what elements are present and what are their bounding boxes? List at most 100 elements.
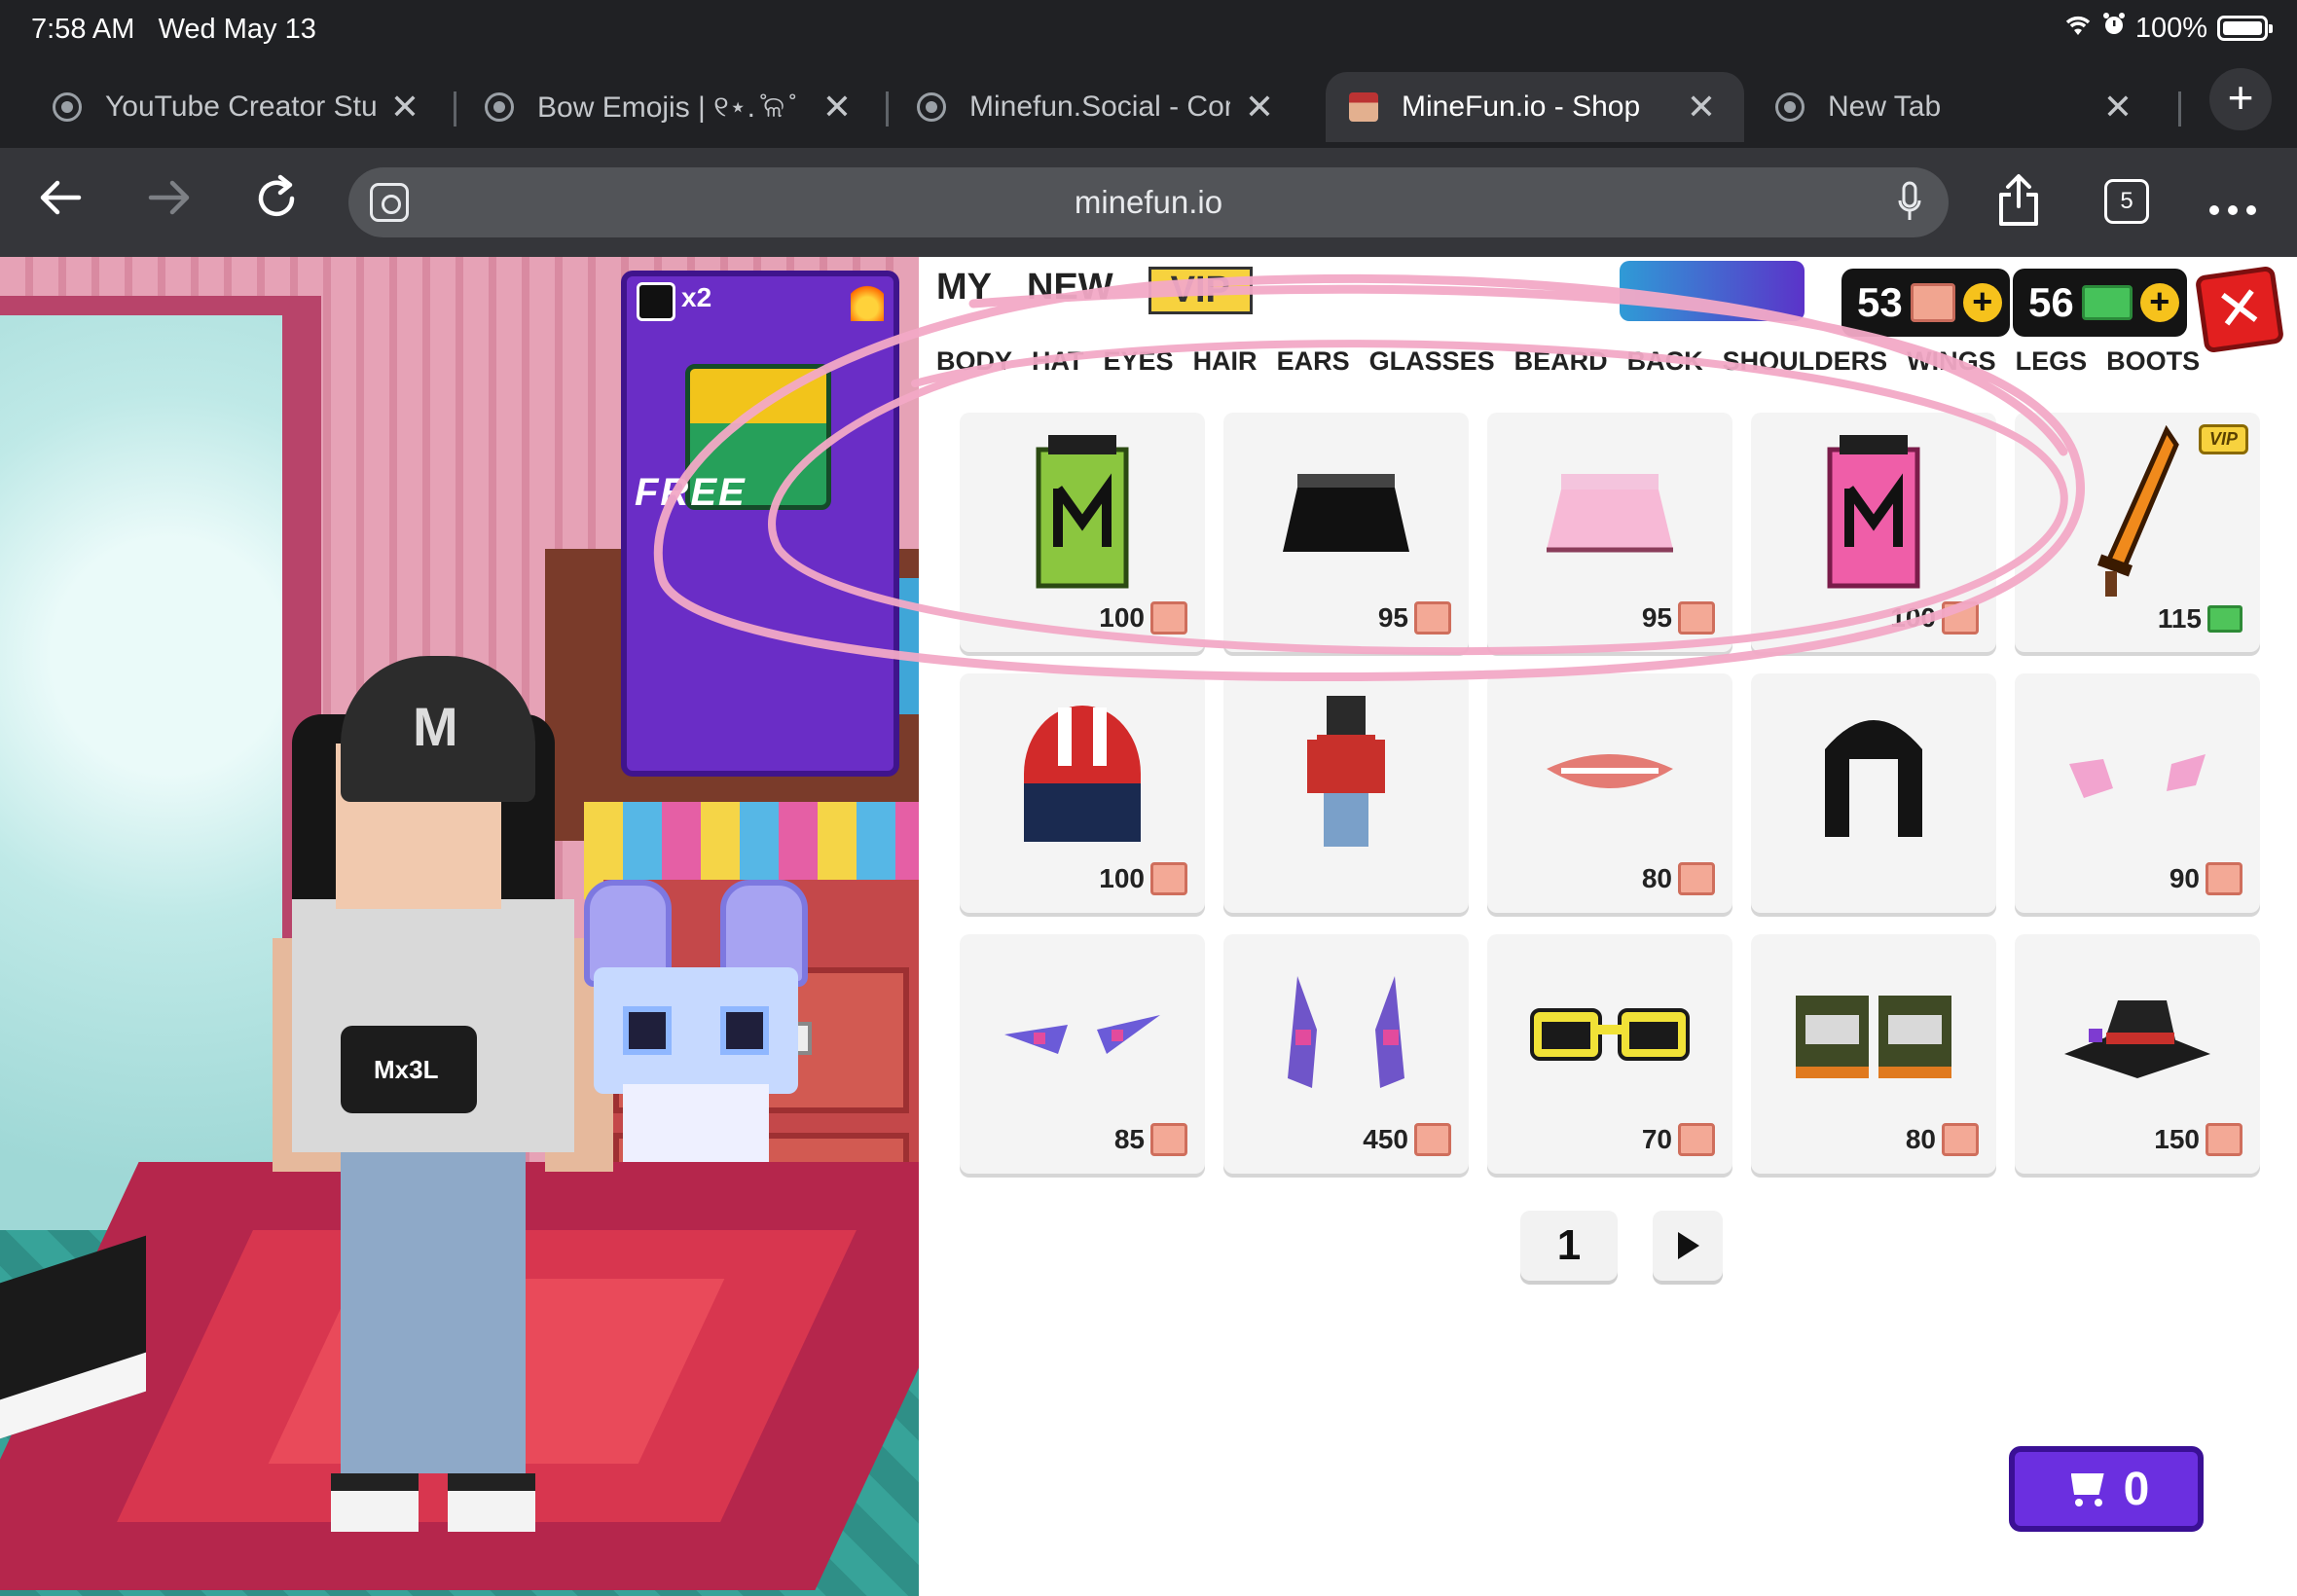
shop-item-green-m-top[interactable]: 100 xyxy=(960,413,1205,652)
battery-icon xyxy=(2217,16,2273,41)
globe-icon xyxy=(917,92,946,122)
share-icon xyxy=(1999,174,2038,226)
shop-item-black-skirt[interactable]: 95 xyxy=(1223,413,1469,652)
cart-icon xyxy=(2063,1469,2110,1508)
cart-count: 0 xyxy=(2123,1463,2150,1515)
microphone-icon[interactable] xyxy=(1898,181,1921,224)
cheeks-icon xyxy=(2069,754,2206,799)
shop-item-pink-skirt[interactable]: 95 xyxy=(1487,413,1732,652)
tab-title: New Tab xyxy=(1828,91,1942,123)
tab-minefun-shop[interactable]: MineFun.io - Shop ✕ xyxy=(1326,72,1744,142)
slot-tabs: BODY HAT EYES HAIR EARS GLASSES BEARD BA… xyxy=(936,346,2219,377)
page-number-button[interactable]: 1 xyxy=(1520,1211,1618,1281)
tab-strip: YouTube Creator Stud ✕ Bow Emojis | ୧⋆. … xyxy=(0,62,2297,148)
item-price: 80 xyxy=(1906,1123,1979,1156)
shop-item-flame-sword[interactable]: VIP 115 xyxy=(2015,413,2260,652)
game-viewport[interactable]: x2 FREE M Mx3L xyxy=(0,257,919,1596)
box-coin-icon xyxy=(2206,862,2242,895)
shop-item-purple-eyes[interactable]: 85 xyxy=(960,934,1205,1174)
flame-icon xyxy=(851,276,884,321)
shop-item-pink-cheeks[interactable]: 90 xyxy=(2015,673,2260,913)
close-tab-icon[interactable]: ✕ xyxy=(2098,87,2137,127)
close-tab-icon[interactable]: ✕ xyxy=(1240,87,1279,127)
more-menu-button[interactable] xyxy=(2204,173,2262,232)
tab-new-tab[interactable]: New Tab ✕ xyxy=(1752,72,2161,142)
black-skirt-icon xyxy=(1283,474,1409,553)
tab-minefun-social[interactable]: Minefun.Social - Conn ✕ xyxy=(893,72,1302,142)
slot-hair[interactable]: HAIR xyxy=(1193,346,1258,377)
add-cash-button[interactable]: + xyxy=(2139,283,2179,322)
close-shop-button[interactable]: ✕ xyxy=(2194,265,2285,354)
close-tab-icon[interactable]: ✕ xyxy=(818,87,857,127)
pagination: 1 xyxy=(1520,1211,1723,1281)
slot-glasses[interactable]: GLASSES xyxy=(1369,346,1495,377)
item-price: 90 xyxy=(2169,862,2242,895)
slot-boots[interactable]: BOOTS xyxy=(2106,346,2200,377)
item-price: 80 xyxy=(1642,862,1715,895)
tab-my[interactable]: MY xyxy=(936,267,992,314)
slot-wings[interactable]: WINGS xyxy=(1907,346,1996,377)
box-currency: 53 + xyxy=(1841,269,2010,337)
tab-title: Bow Emojis | ୧⋆. ̊ଳ ̊ xyxy=(537,91,793,124)
more-dots-icon xyxy=(2209,205,2256,215)
new-tab-button[interactable]: + xyxy=(2209,68,2272,130)
tab-vip[interactable]: VIP xyxy=(1148,267,1253,314)
slot-shoulders[interactable]: SHOULDERS xyxy=(1723,346,1888,377)
shop-item-pink-m-top[interactable]: 100 xyxy=(1751,413,1996,652)
slot-beard[interactable]: BEARD xyxy=(1514,346,1608,377)
shop-item-yellow-sunglasses[interactable]: 70 xyxy=(1487,934,1732,1174)
slot-body[interactable]: BODY xyxy=(936,346,1012,377)
flame-sword-icon xyxy=(2096,425,2179,598)
box-coin-icon xyxy=(1150,601,1187,635)
window-sky xyxy=(0,315,282,1288)
item-price: 70 xyxy=(1642,1123,1715,1156)
tab-divider xyxy=(2178,91,2181,127)
tab-new[interactable]: NEW xyxy=(1027,267,1113,314)
tab-switcher-button[interactable]: 5 xyxy=(2104,179,2149,224)
shop-item-camo-boots[interactable]: 80 xyxy=(1751,934,1996,1174)
address-bar[interactable]: minefun.io xyxy=(348,167,1949,237)
free-chest-promo[interactable]: x2 FREE xyxy=(621,271,899,777)
minefun-favicon-icon xyxy=(1349,92,1378,122)
spin-wheel-promo[interactable] xyxy=(1620,261,1805,321)
avatar-shoe xyxy=(331,1473,419,1532)
tab-youtube-creator-studio[interactable]: YouTube Creator Stud ✕ xyxy=(29,72,448,142)
witch-hat-icon xyxy=(2064,1000,2210,1079)
lips-icon xyxy=(1547,754,1673,789)
slot-legs[interactable]: LEGS xyxy=(2016,346,2088,377)
shop-item-witch-hat[interactable]: 150 xyxy=(2015,934,2260,1174)
url-text[interactable]: minefun.io xyxy=(348,184,1949,221)
shop-item-racing-helmet[interactable]: 100 xyxy=(960,673,1205,913)
cart-button[interactable]: 0 xyxy=(2009,1446,2204,1532)
box-amount: 53 xyxy=(1857,279,1903,325)
shop-item-lips[interactable]: 80 xyxy=(1487,673,1732,913)
item-price: 150 xyxy=(2154,1123,2242,1156)
slot-back[interactable]: BACK xyxy=(1627,346,1703,377)
tab-bow-emojis[interactable]: Bow Emojis | ୧⋆. ̊ଳ ̊ ✕ xyxy=(461,72,880,142)
pink-skirt-icon xyxy=(1547,474,1673,553)
battery-percent: 100% xyxy=(2134,12,2207,44)
box-coin-icon xyxy=(1678,601,1715,635)
item-price: 100 xyxy=(1099,601,1187,635)
slot-hat[interactable]: HAT xyxy=(1032,346,1084,377)
tab-divider xyxy=(454,91,456,127)
eyes-icon xyxy=(1004,1015,1160,1055)
shop-item-crystal-shoulders[interactable]: 450 xyxy=(1223,934,1469,1174)
tab-title: Minefun.Social - Conn xyxy=(969,91,1230,123)
share-button[interactable] xyxy=(1989,173,2048,232)
next-page-button[interactable] xyxy=(1653,1211,1723,1281)
shop-item-black-curly-hair[interactable] xyxy=(1751,673,1996,913)
reload-button[interactable] xyxy=(247,173,306,232)
back-button[interactable] xyxy=(31,173,90,232)
add-boxes-button[interactable]: + xyxy=(1962,283,2002,322)
outfit-figure-icon xyxy=(1307,696,1385,848)
tab-title: MineFun.io - Shop xyxy=(1402,91,1641,123)
close-tab-icon[interactable]: ✕ xyxy=(385,87,424,127)
item-price: 95 xyxy=(1642,601,1715,635)
green-top-icon xyxy=(1036,435,1129,589)
slot-eyes[interactable]: EYES xyxy=(1104,346,1174,377)
forward-button[interactable] xyxy=(140,173,199,232)
slot-ears[interactable]: EARS xyxy=(1277,346,1350,377)
close-tab-icon[interactable]: ✕ xyxy=(1682,87,1721,127)
shop-item-red-jacket-outfit[interactable] xyxy=(1223,673,1469,913)
